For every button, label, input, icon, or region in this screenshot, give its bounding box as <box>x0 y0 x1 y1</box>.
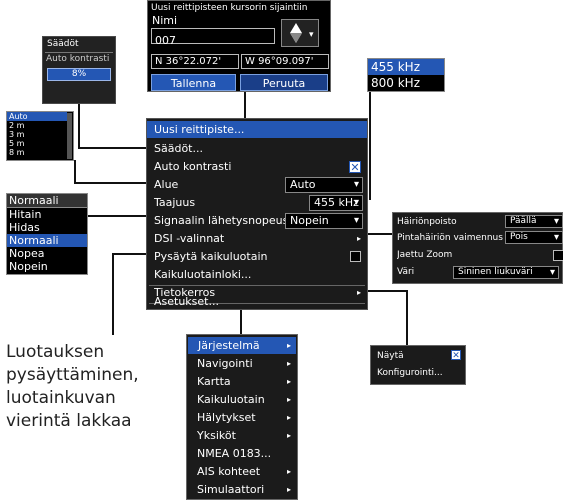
cancel-button[interactable]: Peruuta <box>240 74 328 91</box>
connector-settings <box>78 104 80 148</box>
connector-stop-v <box>112 253 114 335</box>
menu-item-sonar-log[interactable]: Kaikuluotainloki... <box>154 266 251 283</box>
menu-item-settings[interactable]: Asetukset... <box>154 293 219 310</box>
name-label: Nimi <box>152 14 178 27</box>
settings-item-system[interactable]: Järjestelmä <box>188 337 296 354</box>
connector-settings-menu <box>240 310 242 334</box>
menu-item-settings-dialog[interactable]: Säädöt... <box>154 140 203 157</box>
connector-range <box>74 182 150 184</box>
overlay-configure-label[interactable]: Konfigurointi... <box>377 366 443 380</box>
name-value: 007 <box>155 34 176 47</box>
range-list: Auto 2 m 3 m 5 m 8 m <box>6 111 74 161</box>
dsi-color-label[interactable]: Väri <box>397 265 414 279</box>
latitude-field[interactable]: N 36°22.072' <box>151 54 239 69</box>
dsi-split-zoom-checkbox[interactable] <box>553 250 563 261</box>
ping-speed-option[interactable]: Hitain <box>7 208 87 221</box>
frequency-option[interactable]: 455 kHz <box>368 59 444 75</box>
frequency-option[interactable]: 800 kHz <box>368 75 444 91</box>
connector-range-v <box>74 160 76 184</box>
dsi-options-panel: Häiriönpoisto Päällä Pintahäiriön vaimen… <box>392 212 563 284</box>
menu-item-range[interactable]: Alue <box>154 176 178 193</box>
submenu-arrow-icon: ▸ <box>286 467 291 476</box>
submenu-arrow-icon: ▸ <box>286 485 291 494</box>
settings-item-chart[interactable]: Kartta <box>197 373 231 390</box>
settings-box-divider <box>45 52 113 53</box>
name-field[interactable]: 007 <box>151 28 275 47</box>
menu-item-auto-contrast[interactable]: Auto kontrasti <box>154 158 231 175</box>
ping-speed-list: Normaali Hitain Hidas Normaali Nopea Nop… <box>6 193 88 275</box>
dsi-surface-clarity-label[interactable]: Pintahäiriön vaimennus <box>397 231 503 245</box>
settings-item-sonar[interactable]: Kaikuluotain <box>197 391 265 408</box>
frequency-dropdown[interactable]: 455 kHz <box>309 195 363 211</box>
overlay-show-checkbox[interactable]: ✕ <box>451 350 461 361</box>
menu-item-new-waypoint[interactable]: Uusi reittipiste... <box>147 121 367 138</box>
settings-item-ais[interactable]: AIS kohteet <box>197 463 260 480</box>
caption-line: pysäyttäminen, <box>6 365 139 385</box>
submenu-arrow-icon: ▸ <box>356 234 361 243</box>
connector-dialog <box>244 90 246 120</box>
dsi-surface-clarity-dropdown[interactable]: Pois <box>505 231 563 244</box>
caption: Luotauksen pysäyttäminen, luotainkuvan v… <box>6 341 186 433</box>
ping-speed-option[interactable]: Normaali <box>7 234 87 247</box>
dsi-color-dropdown[interactable]: Sininen liukuväri <box>453 266 559 279</box>
dsi-noise-rejection-label[interactable]: Häiriönpoisto <box>397 215 457 229</box>
ping-speed-current[interactable]: Normaali <box>7 194 87 208</box>
ping-speed-option[interactable]: Nopea <box>7 247 87 260</box>
menu-item-ping-speed[interactable]: Signaalin lähetysnopeus <box>154 212 288 229</box>
range-option[interactable]: 2 m <box>7 121 73 130</box>
range-scrollbar[interactable] <box>67 113 72 159</box>
caption-line: vierintä lakkaa <box>6 411 132 431</box>
ping-speed-dropdown[interactable]: Nopein <box>285 213 363 229</box>
settings-box: Säädöt Auto kontrasti 8% <box>42 36 116 104</box>
range-option[interactable]: 3 m <box>7 130 73 139</box>
caption-line: luotainkuvan <box>6 388 116 408</box>
menu-item-frequency[interactable]: Taajuus <box>154 194 195 211</box>
longitude-field[interactable]: W 96°09.097' <box>241 54 329 69</box>
range-dropdown[interactable]: Auto <box>285 177 363 193</box>
connector-freq <box>369 90 371 200</box>
auto-contrast-checkbox[interactable]: ✕ <box>349 161 361 174</box>
svg-text:▾: ▾ <box>309 30 314 40</box>
caption-line: Luotauksen <box>6 342 105 362</box>
dialog-title: Uusi reittipisteen kursorin sijaintiin <box>151 3 308 13</box>
submenu-arrow-icon: ▸ <box>356 288 361 297</box>
ping-speed-option[interactable]: Hidas <box>7 221 87 234</box>
submenu-arrow-icon: ▸ <box>286 377 291 386</box>
submenu-arrow-icon: ▸ <box>286 359 291 368</box>
dsi-split-zoom-label[interactable]: Jaettu Zoom <box>397 248 452 262</box>
settings-box-title: Säädöt <box>47 39 79 49</box>
waypoint-symbol-button[interactable]: ▾ <box>281 19 319 47</box>
save-button[interactable]: Tallenna <box>151 74 236 91</box>
settings-submenu: Järjestelmä ▸ Navigointi ▸ Kartta ▸ Kaik… <box>186 334 298 500</box>
connector-ping <box>88 215 150 217</box>
stop-sonar-checkbox[interactable] <box>350 251 361 262</box>
submenu-arrow-icon: ▸ <box>286 431 291 440</box>
submenu-arrow-icon: ▸ <box>286 395 291 404</box>
main-menu: Uusi reittipiste... Säädöt... Auto kontr… <box>146 118 368 310</box>
submenu-arrow-icon: ▸ <box>286 413 291 422</box>
overlay-show-label[interactable]: Näytä <box>377 349 404 363</box>
new-waypoint-dialog: Uusi reittipisteen kursorin sijaintiin N… <box>147 0 331 92</box>
range-option[interactable]: 5 m <box>7 139 73 148</box>
menu-item-stop-sonar[interactable]: Pysäytä kaikuluotain <box>154 248 268 265</box>
menu-item-dsi-options[interactable]: DSI -valinnat <box>154 230 224 247</box>
settings-item-units[interactable]: Yksiköt <box>197 427 236 444</box>
submenu-arrow-icon: ▸ <box>286 341 291 350</box>
waypoint-symbol-icon: ▾ <box>290 23 314 43</box>
range-option[interactable]: 8 m <box>7 148 73 157</box>
settings-item-navigation[interactable]: Navigointi <box>197 355 253 372</box>
overlay-menu: Näytä ✕ Konfigurointi... <box>370 345 466 385</box>
dsi-noise-rejection-dropdown[interactable]: Päällä <box>505 215 563 228</box>
connector-settings-h <box>78 147 146 149</box>
settings-item-simulator[interactable]: Simulaattori <box>197 481 264 498</box>
ping-speed-option[interactable]: Nopein <box>7 260 87 273</box>
contrast-slider[interactable]: 8% <box>47 68 111 81</box>
frequency-list: 455 kHz 800 kHz <box>367 58 445 92</box>
contrast-value: 8% <box>71 69 87 79</box>
connector-overlay-v <box>406 290 408 345</box>
range-option[interactable]: Auto <box>7 112 67 121</box>
settings-item-alarms[interactable]: Hälytykset <box>197 409 256 426</box>
settings-item-nmea[interactable]: NMEA 0183... <box>197 445 271 462</box>
auto-contrast-label: Auto kontrasti <box>46 54 110 64</box>
